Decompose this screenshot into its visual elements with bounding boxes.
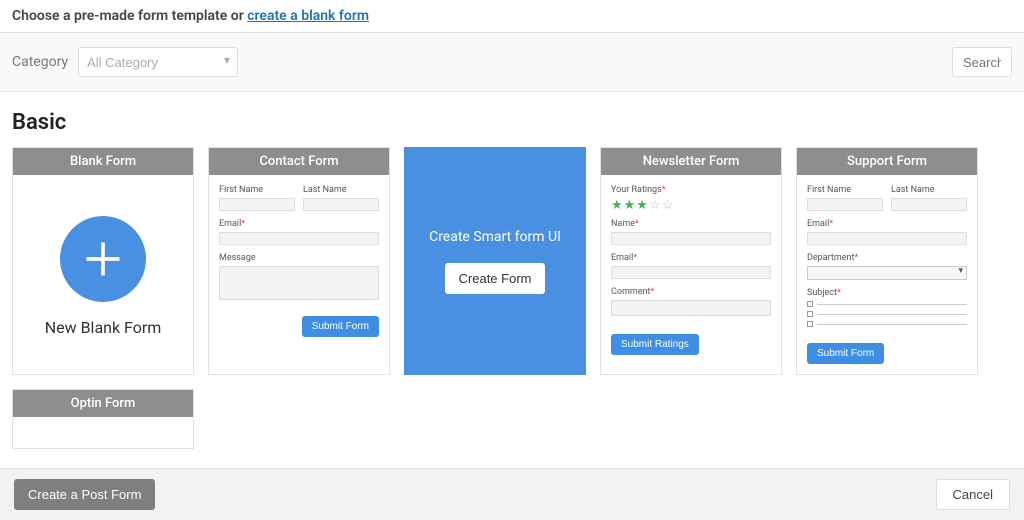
- category-label: Category: [12, 54, 68, 70]
- search-input[interactable]: [952, 47, 1012, 77]
- card-smart-form[interactable]: Create Smart form UI Create Form: [404, 147, 586, 375]
- field-label: Your Ratings*: [611, 185, 771, 195]
- card-title: Support Form: [797, 148, 977, 175]
- field-input: [219, 198, 295, 211]
- cancel-button[interactable]: Cancel: [936, 479, 1010, 510]
- field-label: Email*: [219, 219, 379, 229]
- field-label: Last Name: [303, 185, 379, 195]
- template-grid-row2: Optin Form: [0, 389, 1024, 463]
- field-input: [303, 198, 379, 211]
- smart-form-text: Create Smart form UI: [429, 229, 561, 245]
- template-grid: Blank Form New Blank Form Contact Form F…: [0, 147, 1024, 389]
- card-title: Optin Form: [13, 390, 193, 417]
- field-input: [891, 198, 967, 211]
- field-label: Last Name: [891, 185, 967, 195]
- submit-button: Submit Form: [302, 316, 379, 337]
- subject-option: [807, 301, 967, 307]
- field-label: Comment*: [611, 287, 771, 297]
- field-input: [219, 266, 379, 300]
- card-contact-form[interactable]: Contact Form First Name Last Name Email*…: [208, 147, 390, 375]
- card-support-form[interactable]: Support Form First Name Last Name Email*…: [796, 147, 978, 375]
- field-label: First Name: [219, 185, 295, 195]
- submit-button: Submit Ratings: [611, 334, 699, 355]
- field-label: Department*: [807, 253, 967, 263]
- subject-option: [807, 321, 967, 327]
- star-rating: ★★★☆☆: [611, 198, 771, 213]
- card-title: Newsletter Form: [601, 148, 781, 175]
- field-input: [611, 266, 771, 279]
- field-label: Name*: [611, 219, 771, 229]
- submit-button: Submit Form: [807, 343, 884, 364]
- card-newsletter-form[interactable]: Newsletter Form Your Ratings* ★★★☆☆ Name…: [600, 147, 782, 375]
- card-optin-form[interactable]: Optin Form: [12, 389, 194, 449]
- field-label: Message: [219, 253, 379, 263]
- field-select: [807, 266, 967, 280]
- blank-form-label: New Blank Form: [45, 318, 162, 337]
- plus-icon: [60, 216, 146, 302]
- card-title: Contact Form: [209, 148, 389, 175]
- field-input: [611, 232, 771, 245]
- topbar: Choose a pre-made form template or creat…: [0, 0, 1024, 33]
- section-title: Basic: [0, 92, 1024, 147]
- topbar-text: Choose a pre-made form template or: [12, 8, 247, 24]
- create-form-button[interactable]: Create Form: [445, 263, 546, 294]
- footer: Create a Post Form Cancel: [0, 468, 1024, 520]
- create-blank-link[interactable]: create a blank form: [247, 8, 369, 24]
- card-title: Blank Form: [13, 148, 193, 175]
- create-post-form-button[interactable]: Create a Post Form: [14, 479, 155, 510]
- field-input: [807, 232, 967, 245]
- subject-option: [807, 311, 967, 317]
- field-input: [611, 300, 771, 316]
- filter-bar: Category All Category: [0, 33, 1024, 92]
- field-input: [807, 198, 883, 211]
- field-label: Email*: [807, 219, 967, 229]
- card-blank-form[interactable]: Blank Form New Blank Form: [12, 147, 194, 375]
- field-label: Subject*: [807, 288, 967, 298]
- field-label: Email*: [611, 253, 771, 263]
- field-label: First Name: [807, 185, 883, 195]
- field-input: [219, 232, 379, 245]
- category-select[interactable]: All Category: [78, 47, 238, 77]
